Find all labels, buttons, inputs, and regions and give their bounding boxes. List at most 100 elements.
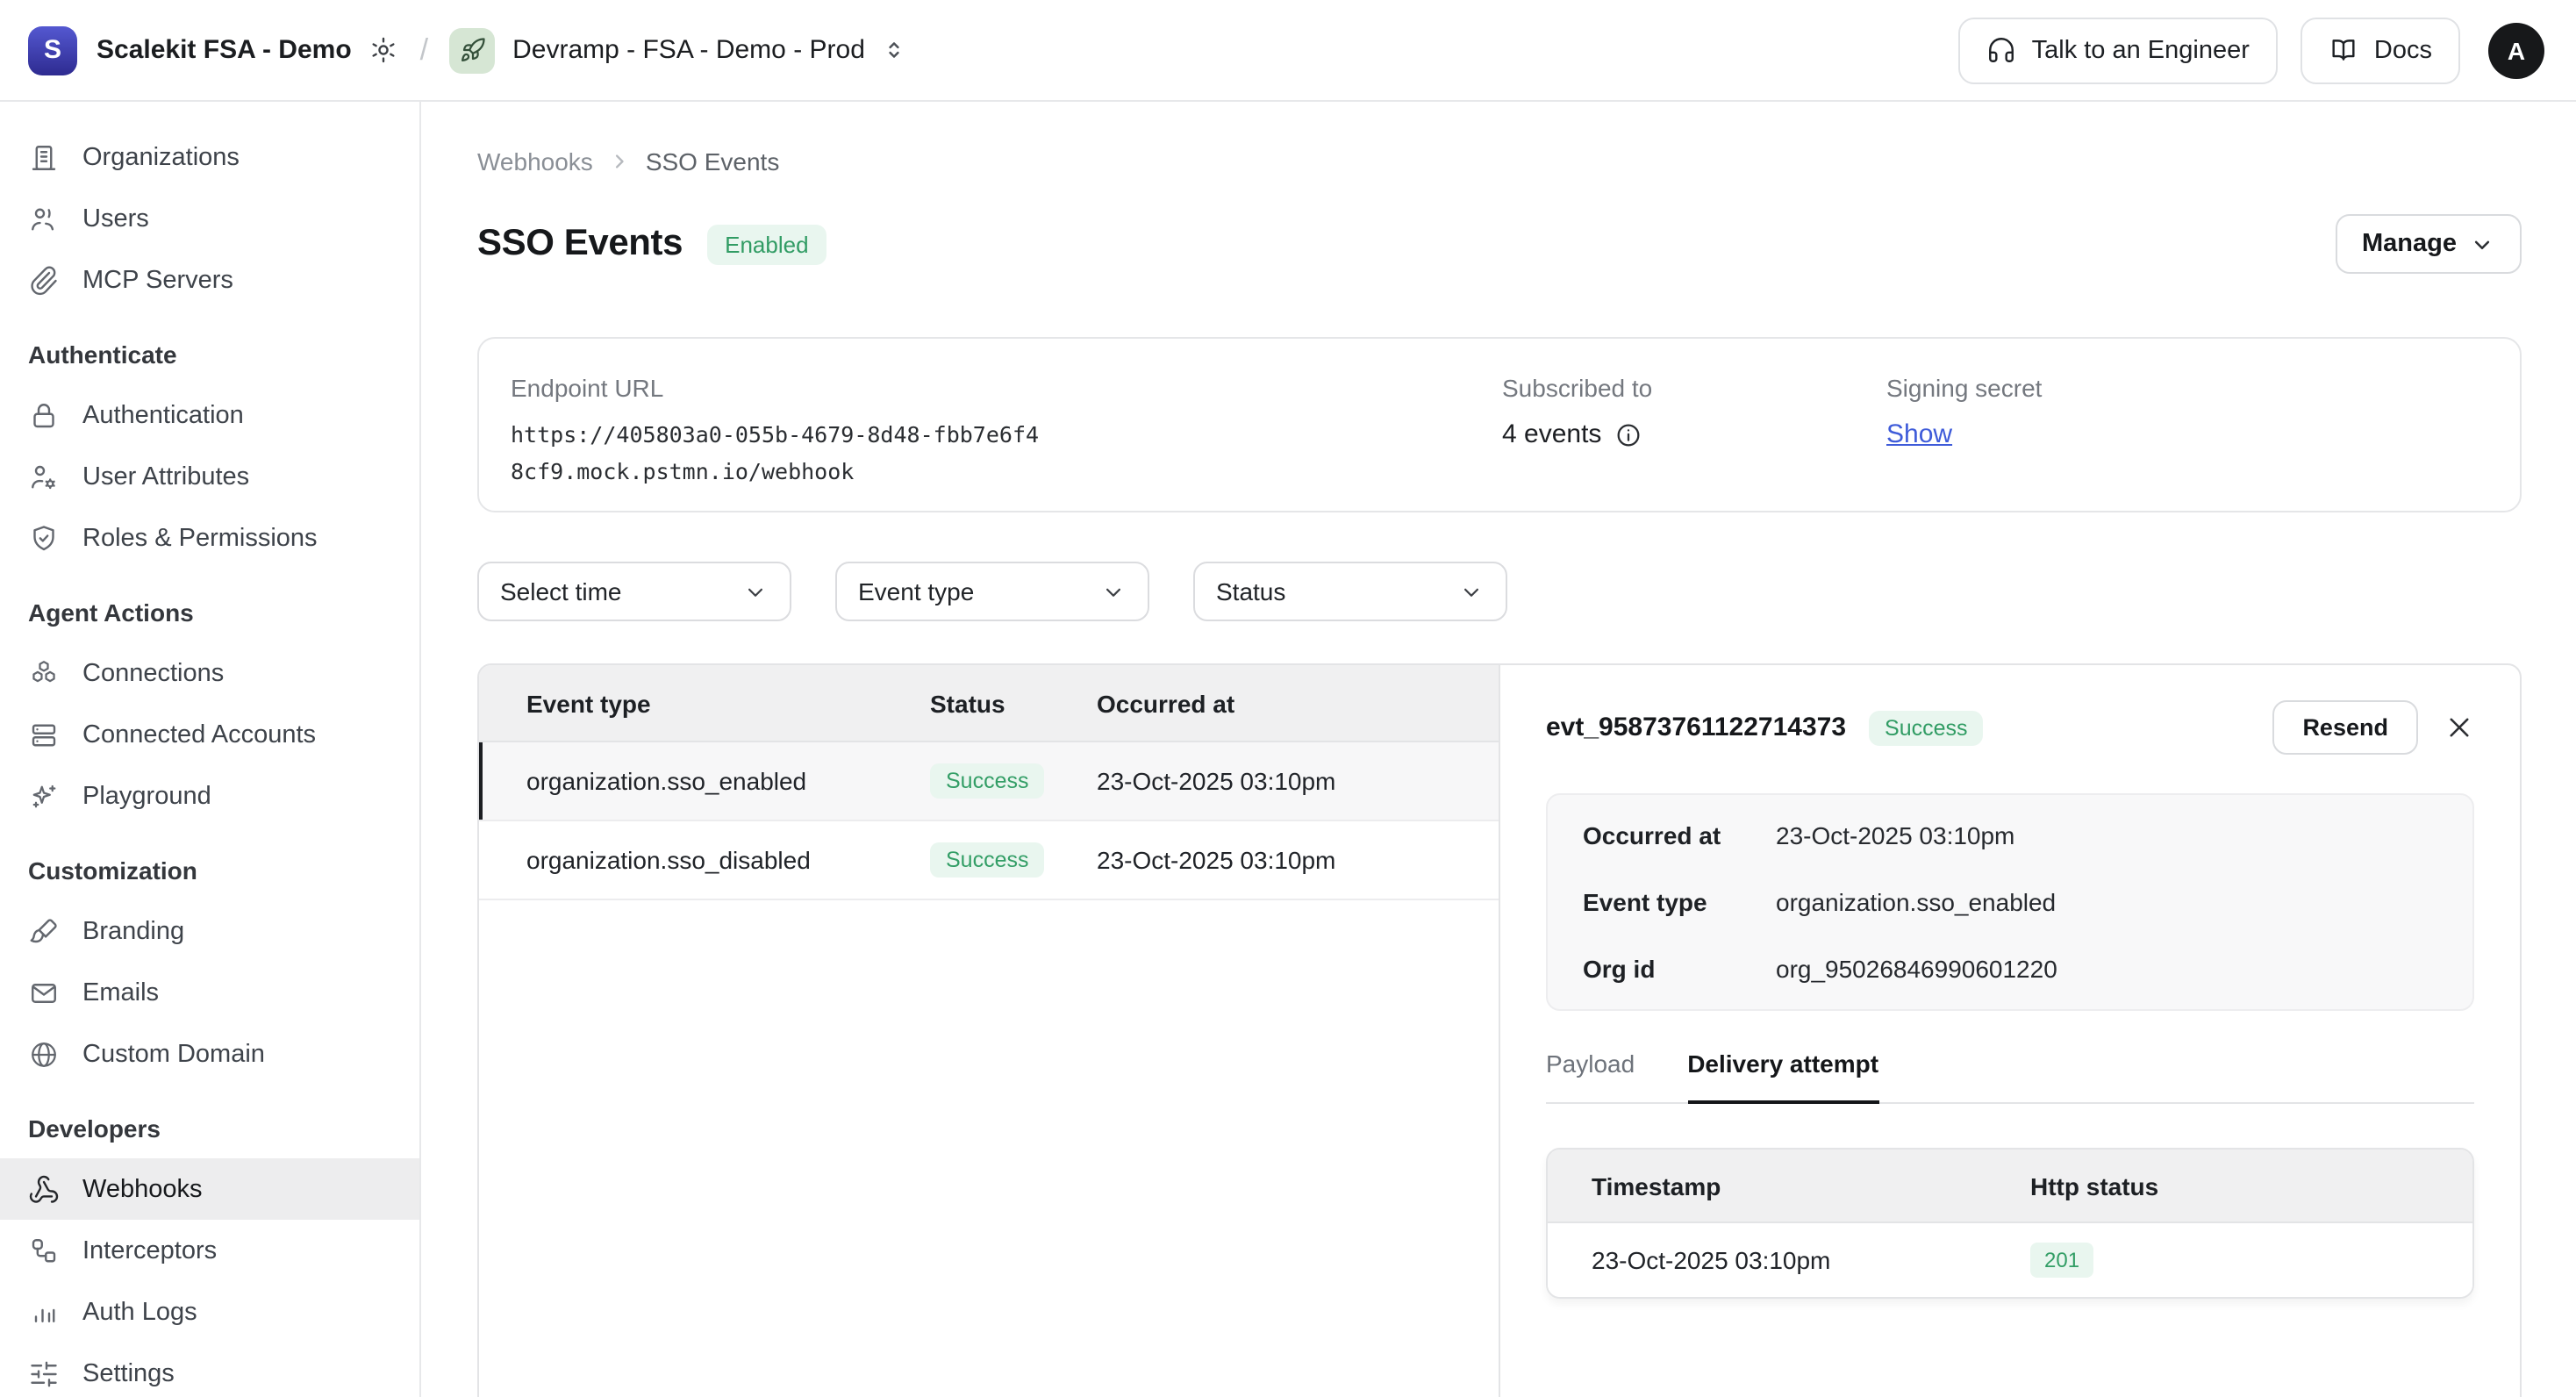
detail-row-occurred-at: Occurred at 23-Oct-2025 03:10pm (1583, 802, 2437, 869)
environment-name: Devramp - FSA - Demo - Prod (512, 35, 865, 65)
sidebar-label: Authentication (82, 401, 244, 429)
enabled-badge: Enabled (707, 224, 826, 264)
sidebar: Organizations Users MCP Servers Authenti… (0, 102, 421, 1397)
chevron-down-icon (2469, 231, 2495, 257)
book-open-icon (2329, 35, 2358, 65)
table-row[interactable]: organization.sso_enabled Success 23-Oct-… (479, 742, 1499, 821)
event-type-filter-select[interactable]: Event type (835, 562, 1149, 621)
detail-value: org_95026846990601220 (1776, 955, 2057, 983)
resend-button[interactable]: Resend (2272, 700, 2418, 755)
webhook-icon (28, 1173, 60, 1205)
table-row[interactable]: organization.sso_disabled Success 23-Oct… (479, 821, 1499, 900)
logo-letter: S (44, 35, 61, 65)
endpoint-card: Endpoint URL https://405803a0-055b-4679-… (477, 337, 2522, 512)
cell-occurred-at: 23-Oct-2025 03:10pm (1097, 767, 1499, 795)
sidebar-item-webhooks[interactable]: Webhooks (0, 1158, 419, 1220)
sidebar-label: Settings (82, 1359, 175, 1387)
event-id: evt_95873761122714373 (1546, 713, 1846, 742)
detail-value: organization.sso_enabled (1776, 888, 2056, 916)
sidebar-item-users[interactable]: Users (0, 188, 419, 249)
docs-label: Docs (2374, 36, 2432, 64)
manage-label: Manage (2362, 230, 2457, 258)
status-filter-select[interactable]: Status (1193, 562, 1507, 621)
avatar-letter: A (2508, 36, 2525, 64)
sparkles-icon (28, 780, 60, 812)
tab-delivery-attempt[interactable]: Delivery attempt (1687, 1050, 1878, 1104)
docs-button[interactable]: Docs (2301, 17, 2460, 83)
environment-switcher[interactable] (881, 37, 907, 63)
globe-icon (28, 1038, 60, 1070)
sidebar-item-roles-permissions[interactable]: Roles & Permissions (0, 507, 419, 569)
detail-label: Event type (1583, 888, 1776, 916)
sidebar-label: Playground (82, 782, 211, 810)
column-event-type: Event type (526, 689, 930, 717)
delivery-attempts-table: Timestamp Http status 23-Oct-2025 03:10p… (1546, 1148, 2474, 1299)
sidebar-label: Emails (82, 978, 159, 1007)
breadcrumb-slash: / (420, 32, 428, 68)
sidebar-item-playground[interactable]: Playground (0, 765, 419, 827)
paperclip-icon (28, 264, 60, 296)
scalekit-logo: S (28, 25, 77, 75)
chevron-right-icon (607, 149, 632, 174)
table-row[interactable]: 23-Oct-2025 03:10pm 201 (1548, 1223, 2472, 1297)
breadcrumb-webhooks[interactable]: Webhooks (477, 147, 593, 176)
endpoint-url-label: Endpoint URL (511, 374, 663, 402)
sidebar-label: MCP Servers (82, 266, 233, 294)
info-icon[interactable] (1614, 420, 1642, 448)
detail-panel-header: evt_95873761122714373 Success Resend (1546, 700, 2474, 755)
status-badge: Success (1869, 710, 1984, 745)
close-panel-button[interactable] (2444, 713, 2474, 742)
sidebar-item-mcp-servers[interactable]: MCP Servers (0, 249, 419, 311)
sidebar-label: Interceptors (82, 1236, 217, 1264)
sidebar-item-auth-logs[interactable]: Auth Logs (0, 1281, 419, 1343)
sidebar-item-interceptors[interactable]: Interceptors (0, 1220, 419, 1281)
sidebar-label: Webhooks (82, 1175, 203, 1203)
subscribed-events: 4 events (1502, 419, 1642, 449)
sidebar-label: Custom Domain (82, 1040, 265, 1068)
sidebar-item-settings[interactable]: Settings (0, 1343, 419, 1397)
detail-label: Occurred at (1583, 821, 1776, 849)
sidebar-item-emails[interactable]: Emails (0, 962, 419, 1023)
sidebar-label: Connections (82, 659, 224, 687)
sidebar-label: Users (82, 204, 149, 233)
show-secret-link[interactable]: Show (1886, 419, 1952, 449)
manage-button[interactable]: Manage (2336, 214, 2522, 274)
subscribed-to-label: Subscribed to (1502, 374, 1652, 402)
tab-payload[interactable]: Payload (1546, 1050, 1635, 1102)
sidebar-item-branding[interactable]: Branding (0, 900, 419, 962)
user-gear-icon (28, 461, 60, 492)
cell-timestamp: 23-Oct-2025 03:10pm (1592, 1246, 2030, 1274)
close-icon (2444, 713, 2474, 742)
sidebar-item-organizations[interactable]: Organizations (0, 126, 419, 188)
sidebar-label: Organizations (82, 143, 240, 171)
column-status: Status (930, 689, 1097, 717)
sidebar-section-developers: Developers (28, 1113, 391, 1144)
app-root: S Scalekit FSA - Demo / Devramp - FSA - … (0, 0, 2576, 1397)
main-content: Webhooks SSO Events SSO Events Enabled M… (421, 102, 2576, 1397)
sidebar-label: Auth Logs (82, 1298, 197, 1326)
time-filter-select[interactable]: Select time (477, 562, 791, 621)
cell-occurred-at: 23-Oct-2025 03:10pm (1097, 846, 1499, 874)
column-http-status: Http status (2030, 1171, 2472, 1200)
sidebar-item-authentication[interactable]: Authentication (0, 384, 419, 446)
talk-to-engineer-button[interactable]: Talk to an Engineer (1958, 17, 2278, 83)
detail-row-org-id: Org id org_95026846990601220 (1583, 935, 2437, 1002)
sidebar-item-connected-accounts[interactable]: Connected Accounts (0, 704, 419, 765)
sidebar-item-custom-domain[interactable]: Custom Domain (0, 1023, 419, 1085)
cell-event-type: organization.sso_enabled (526, 767, 930, 795)
page-title: SSO Events (477, 223, 683, 265)
user-avatar[interactable]: A (2488, 22, 2544, 78)
topbar-actions: Talk to an Engineer Docs A (1958, 17, 2544, 83)
sidebar-item-connections[interactable]: Connections (0, 642, 419, 704)
sidebar-label: Roles & Permissions (82, 524, 318, 552)
breadcrumb-current: SSO Events (646, 147, 780, 176)
filters-row: Select time Event type Status (477, 562, 1507, 621)
workspace-settings-button[interactable] (369, 35, 399, 65)
chevron-down-icon (1458, 578, 1485, 605)
shield-check-icon (28, 522, 60, 554)
sidebar-item-user-attributes[interactable]: User Attributes (0, 446, 419, 507)
cubes-icon (28, 657, 60, 689)
sidebar-label: Connected Accounts (82, 720, 316, 749)
event-type-filter-value: Event type (858, 577, 974, 605)
workflow-icon (28, 1235, 60, 1266)
